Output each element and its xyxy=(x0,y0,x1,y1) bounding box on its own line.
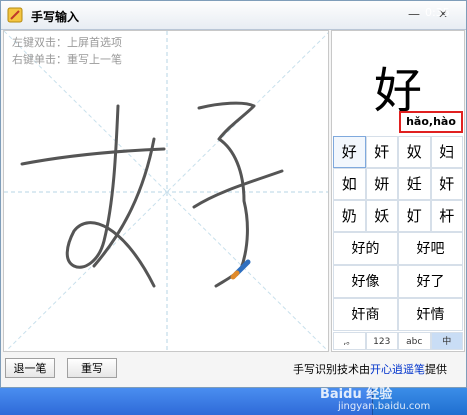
title-bar: 手写输入 — ✕ xyxy=(1,1,466,30)
candidate-char[interactable]: 奶 xyxy=(333,200,366,232)
credit-suffix: 提供 xyxy=(425,363,447,376)
bottom-toolbar: 退一笔 重写 手写识别技术由开心逍遥笔提供 xyxy=(1,352,466,388)
handwriting-canvas[interactable]: 左键双击：上屏首选项 右键单击：重写上一笔 xyxy=(3,30,329,352)
handwriting-window: 手写输入 — ✕ 左键双击：上屏首选项 右键单击：重写上一笔 好 hǎo,hào… xyxy=(0,0,467,388)
candidate-char[interactable]: 妍 xyxy=(365,168,398,200)
stroke xyxy=(20,147,166,166)
input-mode-button[interactable]: abc xyxy=(398,332,431,350)
tray-clock: 0:35 xyxy=(425,6,450,19)
credit-text: 手写识别技术由开心逍遥笔提供 xyxy=(293,361,447,377)
candidate-phrase[interactable]: 好的 xyxy=(333,232,398,265)
window-title: 手写输入 xyxy=(31,10,80,24)
candidate-phrase[interactable]: 好了 xyxy=(398,265,463,298)
credit-link[interactable]: 开心逍遥笔 xyxy=(370,363,425,376)
candidate-char[interactable]: 奴 xyxy=(398,136,431,168)
candidate-char[interactable]: 如 xyxy=(333,168,366,200)
watermark-brand: Baidu 经验 xyxy=(320,387,393,402)
input-mode-button[interactable]: 123 xyxy=(365,332,398,350)
candidate-char[interactable]: 妇 xyxy=(430,136,463,168)
stroke xyxy=(65,104,156,288)
candidate-panel: 好 hǎo,hào 好奸奴妇如妍妊奸奶妖奵杆好的 好吧 好像 好了 奸商 奸情 ,。 123… xyxy=(331,30,465,352)
input-mode-button[interactable]: 中 xyxy=(430,332,463,350)
pen-cursor-icon xyxy=(230,259,251,280)
candidate-char[interactable]: 妊 xyxy=(398,168,431,200)
candidate-char[interactable]: 好 xyxy=(333,136,366,168)
input-mode-button[interactable]: ,。 xyxy=(333,332,366,350)
candidate-char[interactable]: 奸 xyxy=(365,136,398,168)
stroke xyxy=(197,101,256,288)
credit-prefix: 手写识别技术由 xyxy=(293,363,370,376)
candidate-char[interactable]: 奵 xyxy=(398,200,431,232)
mode-bar: ,。 123 abc 中 xyxy=(333,332,463,350)
pen-app-icon xyxy=(7,7,23,23)
watermark-url: jingyan.baidu.com xyxy=(338,401,431,412)
stroke xyxy=(192,169,284,209)
pinyin-label: hǎo,hào xyxy=(399,111,463,133)
candidate-phrase[interactable]: 好吧 xyxy=(398,232,463,265)
candidate-phrase[interactable]: 奸商 xyxy=(333,298,398,331)
candidate-phrase[interactable]: 奸情 xyxy=(398,298,463,331)
undo-stroke-button[interactable]: 退一笔 xyxy=(5,358,55,378)
rewrite-button[interactable]: 重写 xyxy=(67,358,117,378)
minimize-button[interactable]: — xyxy=(405,6,423,22)
ink-strokes xyxy=(20,101,284,288)
candidate-phrase[interactable]: 好像 xyxy=(333,265,398,298)
candidate-char[interactable]: 杆 xyxy=(430,200,463,232)
candidate-char[interactable]: 妖 xyxy=(365,200,398,232)
candidate-char[interactable]: 奸 xyxy=(430,168,463,200)
